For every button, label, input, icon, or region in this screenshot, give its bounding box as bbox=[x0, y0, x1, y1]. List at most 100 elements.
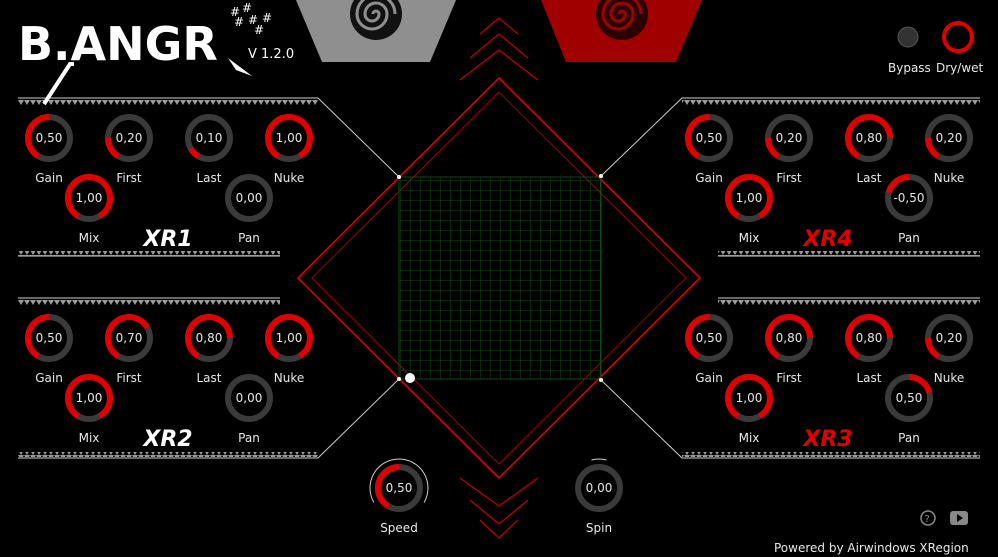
knob-first[interactable]: 0,20 First bbox=[105, 114, 153, 185]
knob-value: 0,80 bbox=[196, 331, 223, 345]
spin-range-arc bbox=[591, 458, 607, 461]
knob-label: Nuke bbox=[274, 171, 305, 185]
module-xr1: 0,50 Gain 0,20 First 0,10 Last 1,00 Nuke 1,00 Mix… bbox=[25, 114, 313, 252]
knob-pan[interactable]: 0,00 Pan bbox=[225, 174, 273, 245]
knob-label: Gain bbox=[695, 371, 723, 385]
knob-value: -0,50 bbox=[893, 191, 924, 205]
knob-first[interactable]: 0,80 First bbox=[765, 314, 813, 385]
knob-value: 1,00 bbox=[736, 391, 763, 405]
knob-nuke[interactable]: 0,20 Nuke bbox=[925, 114, 973, 185]
knob-label: First bbox=[116, 171, 142, 185]
knob-mix[interactable]: 1,00 Mix bbox=[725, 374, 773, 445]
logo-text: B.ANGR bbox=[18, 17, 218, 71]
module-title: XR3 bbox=[801, 427, 852, 452]
bypass-label: Bypass bbox=[888, 61, 931, 75]
knob-gain[interactable]: 0,50 Gain bbox=[685, 314, 733, 385]
knob-last[interactable]: 0,10 Last bbox=[185, 114, 233, 185]
drywet-control[interactable]: Dry/wet bbox=[936, 21, 984, 75]
knob-nuke[interactable]: 0,20 Nuke bbox=[925, 314, 973, 385]
help-icon[interactable]: ? bbox=[920, 510, 936, 526]
youtube-icon[interactable] bbox=[950, 511, 968, 525]
bypass-control[interactable]: Bypass bbox=[888, 26, 931, 75]
knob-pan[interactable]: -0,50 Pan bbox=[885, 174, 933, 245]
plugin-ui: B.ANGR V 1.2.0 # # # # ## Bypass Dry/wet 0… bbox=[18, 0, 984, 555]
knob-value: 0,20 bbox=[936, 331, 963, 345]
knob-value: 0,20 bbox=[116, 131, 143, 145]
svg-text:#: # bbox=[234, 15, 244, 29]
knob-label: Gain bbox=[35, 371, 63, 385]
knob-label: Last bbox=[197, 371, 222, 385]
knob-label: Mix bbox=[739, 431, 760, 445]
drywet-knob[interactable] bbox=[942, 21, 974, 53]
bypass-button[interactable] bbox=[897, 26, 919, 48]
svg-text:#: # bbox=[262, 11, 272, 25]
knob-last[interactable]: 0,80 Last bbox=[845, 314, 893, 385]
knob-value: 0,20 bbox=[936, 131, 963, 145]
knob-value: 0,80 bbox=[856, 131, 883, 145]
knob-gain[interactable]: 0,50 Gain bbox=[685, 114, 733, 185]
top-decor-left bbox=[296, 0, 456, 62]
knob-label: Pan bbox=[238, 231, 260, 245]
module-xr3: 0,50 Gain 0,80 First 0,80 Last 0,20 Nuke 1,00 Mix… bbox=[685, 314, 973, 452]
knob-gain[interactable]: 0,50 Gain bbox=[25, 114, 73, 185]
chevrons-bottom bbox=[459, 477, 539, 539]
knob-mix[interactable]: 1,00 Mix bbox=[725, 174, 773, 245]
module-title: XR1 bbox=[141, 227, 192, 252]
knob-value: 0,50 bbox=[696, 331, 723, 345]
knob-label: Gain bbox=[695, 171, 723, 185]
knob-label: First bbox=[776, 171, 802, 185]
knob-label: Mix bbox=[79, 231, 100, 245]
xy-grid[interactable] bbox=[398, 176, 602, 380]
knob-label: First bbox=[776, 371, 802, 385]
knob-first[interactable]: 0,70 First bbox=[105, 314, 153, 385]
knob-nuke[interactable]: 1,00 Nuke bbox=[265, 114, 313, 185]
knob-value: 0,50 bbox=[386, 481, 413, 495]
drywet-label: Dry/wet bbox=[936, 61, 984, 75]
knob-label: Mix bbox=[739, 231, 760, 245]
svg-text:#: # bbox=[254, 23, 264, 37]
chevrons-top bbox=[459, 17, 539, 81]
knob-value: 0,50 bbox=[696, 131, 723, 145]
knob-pan[interactable]: 0,00 Pan bbox=[225, 374, 273, 445]
speed-knob[interactable]: 0,50 Speed bbox=[369, 458, 429, 535]
knob-last[interactable]: 0,80 Last bbox=[185, 314, 233, 385]
knob-value-arc bbox=[188, 146, 201, 159]
knob-value: 0,50 bbox=[36, 131, 63, 145]
xy-pad-handle[interactable] bbox=[405, 373, 415, 383]
module-title: XR2 bbox=[141, 427, 192, 452]
knob-value: 1,00 bbox=[736, 191, 763, 205]
knob-mix[interactable]: 1,00 Mix bbox=[65, 174, 113, 245]
knob-value: 1,00 bbox=[76, 391, 103, 405]
knob-pan[interactable]: 0,50 Pan bbox=[885, 374, 933, 445]
spin-knob[interactable]: 0,00 Spin bbox=[575, 458, 623, 535]
knob-gain[interactable]: 0,50 Gain bbox=[25, 314, 73, 385]
knob-last[interactable]: 0,80 Last bbox=[845, 114, 893, 185]
top-decor-right bbox=[541, 0, 702, 62]
knob-label: Spin bbox=[586, 521, 612, 535]
knob-value: 0,20 bbox=[776, 131, 803, 145]
knob-value: 0,70 bbox=[116, 331, 143, 345]
knob-label: Last bbox=[857, 371, 882, 385]
knob-value: 0,50 bbox=[36, 331, 63, 345]
knob-mix[interactable]: 1,00 Mix bbox=[65, 374, 113, 445]
knob-label: Gain bbox=[35, 171, 63, 185]
knob-value: 0,50 bbox=[896, 391, 923, 405]
knob-label: Pan bbox=[238, 431, 260, 445]
knob-value: 1,00 bbox=[276, 131, 303, 145]
module-xr4: 0,50 Gain 0,20 First 0,80 Last 0,20 Nuke 1,00 Mix… bbox=[685, 114, 973, 252]
knob-first[interactable]: 0,20 First bbox=[765, 114, 813, 185]
knob-label: Nuke bbox=[274, 371, 305, 385]
knob-value: 0,10 bbox=[196, 131, 223, 145]
version-label: V 1.2.0 bbox=[248, 47, 294, 62]
module-xr2: 0,50 Gain 0,70 First 0,80 Last 1,00 Nuke 1,00 Mix… bbox=[25, 314, 313, 452]
module-title: XR4 bbox=[801, 227, 852, 252]
knob-value: 0,00 bbox=[236, 391, 263, 405]
knob-label: Last bbox=[857, 171, 882, 185]
knob-label: First bbox=[116, 371, 142, 385]
knob-label: Speed bbox=[380, 521, 418, 535]
knob-label: Pan bbox=[898, 431, 920, 445]
knob-label: Mix bbox=[79, 431, 100, 445]
knob-label: Nuke bbox=[934, 171, 965, 185]
knob-nuke[interactable]: 1,00 Nuke bbox=[265, 314, 313, 385]
footer-text: Powered by Airwindows XRegion bbox=[774, 541, 969, 555]
